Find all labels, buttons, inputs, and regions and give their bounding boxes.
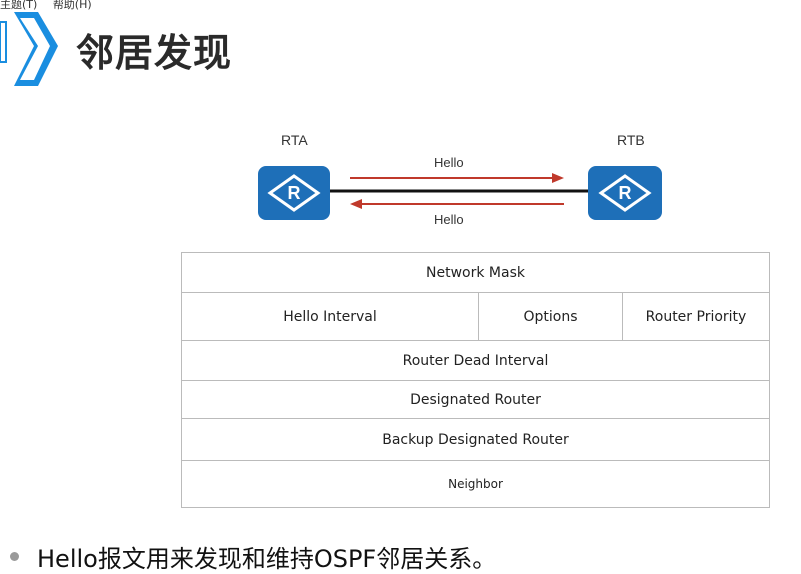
row-designated-router: Designated Router xyxy=(182,381,769,419)
hello-packet-table: Network Mask Hello Interval Options Rout… xyxy=(181,252,770,508)
row-router-dead-interval: Router Dead Interval xyxy=(182,341,769,381)
field-backup-designated-router: Backup Designated Router xyxy=(382,431,569,448)
row-backup-designated-router: Backup Designated Router xyxy=(182,419,769,461)
field-network-mask: Network Mask xyxy=(426,264,525,281)
field-options: Options xyxy=(478,293,622,340)
hello-arrow-left xyxy=(350,199,564,209)
bullet-dot-icon xyxy=(10,552,19,561)
field-neighbor: Neighbor xyxy=(448,477,503,491)
field-hello-interval: Hello Interval xyxy=(283,308,377,325)
bullet-item: Hello报文用来发现和维持OSPF邻居关系。 xyxy=(10,539,496,574)
router-a-icon: R xyxy=(258,166,330,220)
field-designated-router: Designated Router xyxy=(410,391,541,408)
router-b-icon: R xyxy=(588,166,662,220)
row-neighbor: Neighbor xyxy=(182,461,769,507)
hello-arrow-right xyxy=(350,173,564,183)
svg-text:R: R xyxy=(619,183,632,203)
network-diagram: R R xyxy=(258,166,662,220)
field-router-priority: Router Priority xyxy=(622,293,769,340)
row-hello-options-priority: Hello Interval Options Router Priority xyxy=(182,293,769,341)
field-router-dead-interval: Router Dead Interval xyxy=(402,352,549,369)
bullet-text: Hello报文用来发现和维持OSPF邻居关系。 xyxy=(37,545,497,573)
row-network-mask: Network Mask xyxy=(182,253,769,293)
svg-text:R: R xyxy=(288,183,301,203)
